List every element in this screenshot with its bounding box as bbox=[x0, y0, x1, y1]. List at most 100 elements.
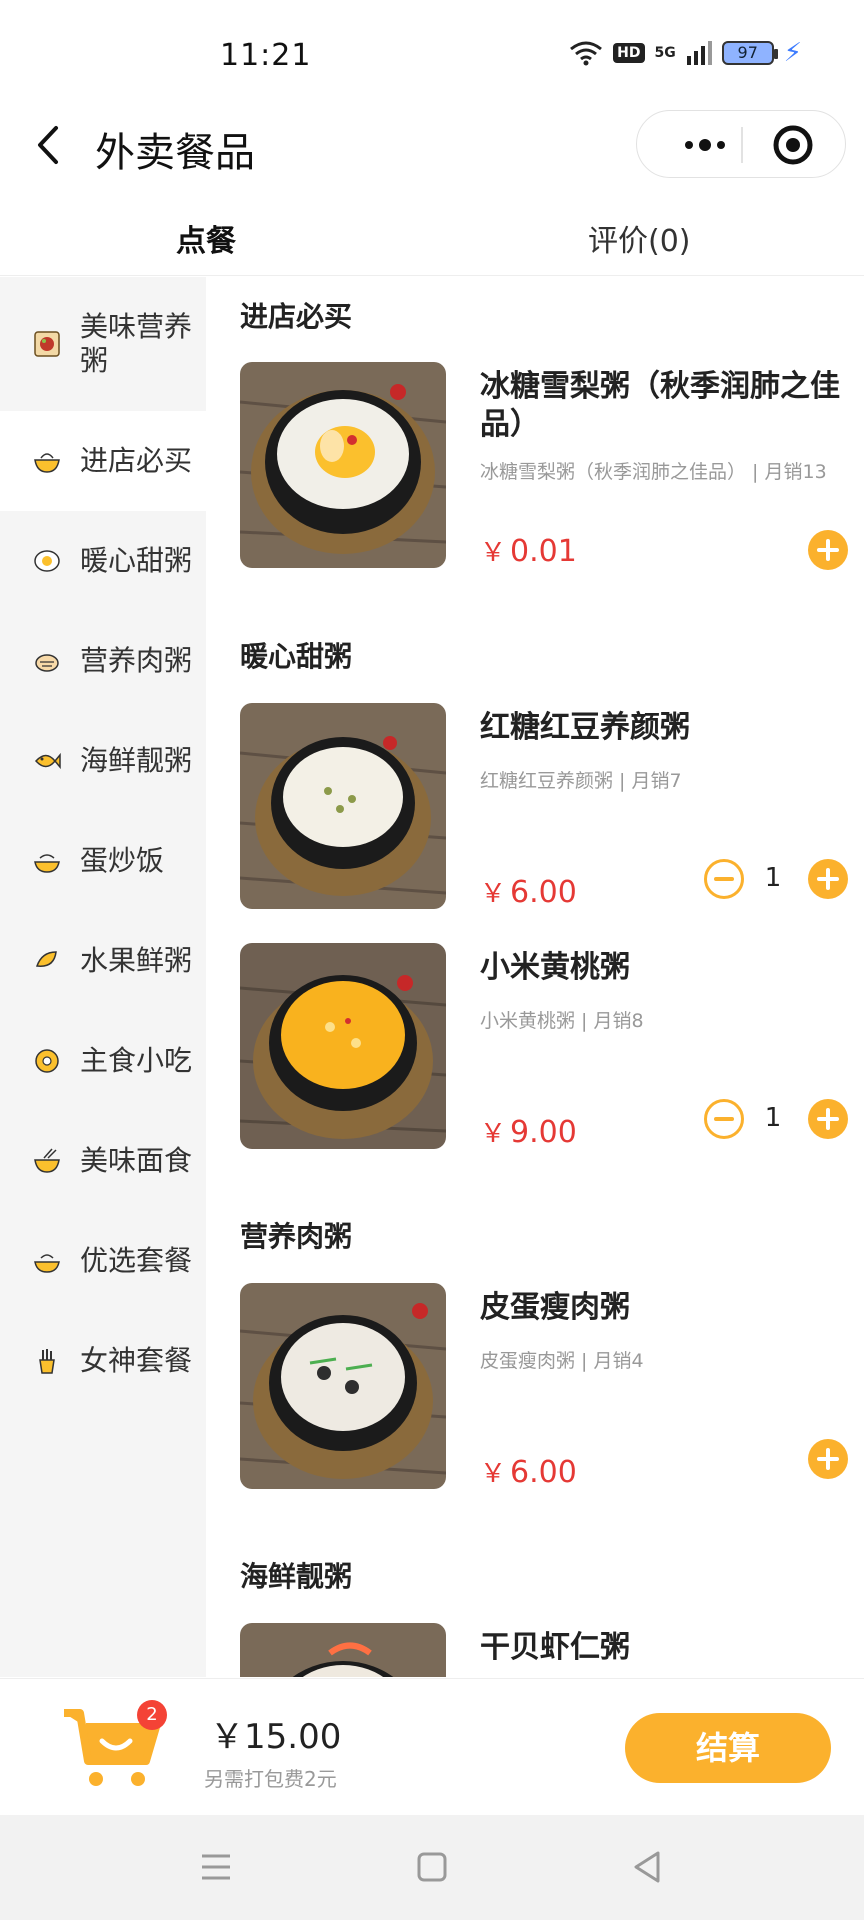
dish-description: 冰糖雪梨粥（秋季润肺之佳品） | 月销13 bbox=[480, 461, 827, 483]
status-time: 11:21 bbox=[220, 38, 312, 73]
tab-order[interactable]: 点餐 bbox=[166, 216, 244, 264]
add-to-cart-button[interactable] bbox=[808, 530, 848, 570]
sidebar-item-label: 蛋炒饭 bbox=[80, 844, 165, 877]
quantity-value: 1 bbox=[764, 863, 782, 893]
price-value: 0.01 bbox=[510, 534, 577, 569]
dish-description: 红糖红豆养颜粥 | 月销7 bbox=[480, 770, 682, 792]
network-label: 5G bbox=[654, 45, 676, 61]
sidebar-item-porridge[interactable]: 美味营养粥 bbox=[0, 277, 206, 411]
sidebar-item-set-meals[interactable]: 优选套餐 bbox=[0, 1211, 206, 1311]
quantity-value: 1 bbox=[764, 1103, 782, 1133]
sidebar-item-goddess-meals[interactable]: 女神套餐 bbox=[0, 1311, 206, 1411]
dish-name: 小米黄桃粥 bbox=[480, 950, 630, 985]
noodle-icon bbox=[34, 1148, 60, 1173]
dish-name: 干贝虾仁粥 bbox=[480, 1630, 630, 1665]
dish-description: 皮蛋瘦肉粥 | 月销4 bbox=[480, 1350, 644, 1372]
section-title: 海鲜靓粥 bbox=[240, 1560, 353, 1593]
dish-description: 小米黄桃粥 | 月销8 bbox=[480, 1010, 644, 1032]
price-value: 6.00 bbox=[510, 1455, 577, 1490]
status-icons: HD 5G 97 ⚡ bbox=[569, 40, 802, 66]
meat-icon bbox=[35, 654, 59, 672]
price-value: 9.00 bbox=[510, 1115, 577, 1150]
tab-bar: 点餐 评价(0) bbox=[0, 200, 864, 276]
checkout-button[interactable]: 结算 bbox=[625, 1713, 831, 1783]
sidebar-item-label: 美味营养粥 bbox=[80, 310, 193, 377]
fish-icon bbox=[34, 752, 61, 770]
dish-card[interactable]: 皮蛋瘦肉粥 皮蛋瘦肉粥 | 月销4 ￥ 6.00 bbox=[240, 1283, 850, 1493]
sidebar-item-label: 水果鲜粥 bbox=[80, 944, 193, 977]
bowl-icon bbox=[34, 453, 60, 473]
tab-order-label: 点餐 bbox=[176, 224, 236, 259]
charging-icon: ⚡ bbox=[783, 38, 802, 68]
category-sidebar: 美味营养粥 进店必买 暖心甜粥 营养肉粥 海鲜靓粥 蛋炒饭 水果鲜粥 主食小吃 … bbox=[0, 277, 206, 1677]
add-to-cart-button[interactable] bbox=[808, 1099, 848, 1139]
set-meal-icon bbox=[34, 1254, 60, 1273]
back-arrow-icon[interactable] bbox=[30, 122, 70, 168]
back-triangle-icon[interactable] bbox=[626, 1845, 670, 1889]
tab-reviews[interactable]: 评价(0) bbox=[588, 216, 691, 260]
dish-image bbox=[240, 1623, 446, 1677]
page-title: 外卖餐品 bbox=[95, 130, 255, 176]
fries-icon bbox=[39, 1349, 55, 1374]
sidebar-item-label: 美味面食 bbox=[80, 1144, 193, 1177]
decrease-quantity-button[interactable] bbox=[704, 1099, 744, 1139]
sidebar-item-label: 进店必买 bbox=[80, 444, 193, 477]
wifi-icon bbox=[570, 41, 603, 66]
sidebar-item-label: 女神套餐 bbox=[80, 1344, 193, 1377]
battery-icon: 97 bbox=[721, 41, 778, 65]
close-target-icon[interactable] bbox=[771, 123, 815, 167]
hd-badge: HD bbox=[613, 43, 645, 63]
system-nav-bar bbox=[0, 1815, 864, 1920]
cart-count-badge: 2 bbox=[137, 1700, 167, 1730]
add-to-cart-button[interactable] bbox=[808, 859, 848, 899]
snack-icon bbox=[35, 1049, 59, 1073]
more-dots-icon[interactable] bbox=[667, 111, 747, 179]
decrease-quantity-button[interactable] bbox=[704, 859, 744, 899]
sidebar-item-sweet-porridge[interactable]: 暖心甜粥 bbox=[0, 511, 206, 611]
sidebar-item-label: 营养肉粥 bbox=[80, 644, 193, 677]
section-title: 营养肉粥 bbox=[240, 1220, 353, 1253]
dish-card[interactable]: 冰糖雪梨粥（秋季润肺之佳品） 冰糖雪梨粥（秋季润肺之佳品） | 月销13 ￥ 0.… bbox=[240, 362, 850, 572]
dish-card[interactable]: 干贝虾仁粥 bbox=[240, 1623, 850, 1677]
fruit-icon bbox=[35, 951, 57, 967]
home-icon[interactable] bbox=[410, 1845, 454, 1889]
dish-list[interactable]: 进店必买 冰糖雪梨粥（秋季润肺之佳品） 冰糖雪梨粥（秋季润肺之佳品） | 月销1… bbox=[206, 277, 864, 1677]
dish-name: 红糖红豆养颜粥 bbox=[480, 710, 690, 745]
dish-image bbox=[240, 703, 446, 909]
mini-program-capsule bbox=[636, 110, 846, 178]
sidebar-item-meat-porridge[interactable]: 营养肉粥 bbox=[0, 611, 206, 711]
dish-price: ￥ 9.00 bbox=[480, 1113, 577, 1150]
capsule-divider bbox=[741, 127, 743, 163]
sidebar-item-fruit-porridge[interactable]: 水果鲜粥 bbox=[0, 911, 206, 1011]
currency-symbol: ￥ bbox=[480, 1119, 507, 1149]
egg-icon bbox=[34, 550, 60, 572]
menu-icon[interactable] bbox=[194, 1845, 238, 1889]
sidebar-item-noodles[interactable]: 美味面食 bbox=[0, 1111, 206, 1211]
currency-symbol: ￥ bbox=[480, 1459, 507, 1489]
sidebar-item-seafood-porridge[interactable]: 海鲜靓粥 bbox=[0, 711, 206, 811]
add-to-cart-button[interactable] bbox=[808, 1439, 848, 1479]
signal-icon bbox=[686, 41, 712, 65]
cart-total: ￥15.00 bbox=[210, 1717, 342, 1757]
dish-card[interactable]: 小米黄桃粥 小米黄桃粥 | 月销8 ￥ 9.00 1 bbox=[240, 943, 850, 1153]
section-title: 暖心甜粥 bbox=[240, 640, 353, 673]
sidebar-item-must-buy[interactable]: 进店必买 bbox=[0, 411, 206, 511]
dish-name: 冰糖雪梨粥（秋季润肺之佳品） bbox=[480, 369, 840, 442]
currency-symbol: ￥ bbox=[480, 879, 507, 909]
section-title: 进店必买 bbox=[240, 300, 353, 333]
dish-price: ￥ 6.00 bbox=[480, 1453, 577, 1490]
sidebar-item-label: 暖心甜粥 bbox=[80, 544, 193, 577]
dish-price: ￥ 0.01 bbox=[480, 532, 577, 569]
price-value: 6.00 bbox=[510, 875, 577, 910]
rice-icon bbox=[34, 854, 60, 873]
status-bar: 11:21 HD 5G 97 ⚡ bbox=[0, 0, 864, 100]
dish-card[interactable]: 红糖红豆养颜粥 红糖红豆养颜粥 | 月销7 ￥ 6.00 1 bbox=[240, 703, 850, 913]
sidebar-item-label: 优选套餐 bbox=[80, 1244, 193, 1277]
dish-image bbox=[240, 1283, 446, 1489]
dish-name: 皮蛋瘦肉粥 bbox=[480, 1290, 630, 1325]
packing-fee-note: 另需打包费2元 bbox=[204, 1767, 337, 1791]
sidebar-item-fried-rice[interactable]: 蛋炒饭 bbox=[0, 811, 206, 911]
cart-bar: 2 ￥15.00 另需打包费2元 结算 bbox=[0, 1678, 864, 1814]
sidebar-item-staple-snacks[interactable]: 主食小吃 bbox=[0, 1011, 206, 1111]
dish-image bbox=[240, 943, 446, 1149]
